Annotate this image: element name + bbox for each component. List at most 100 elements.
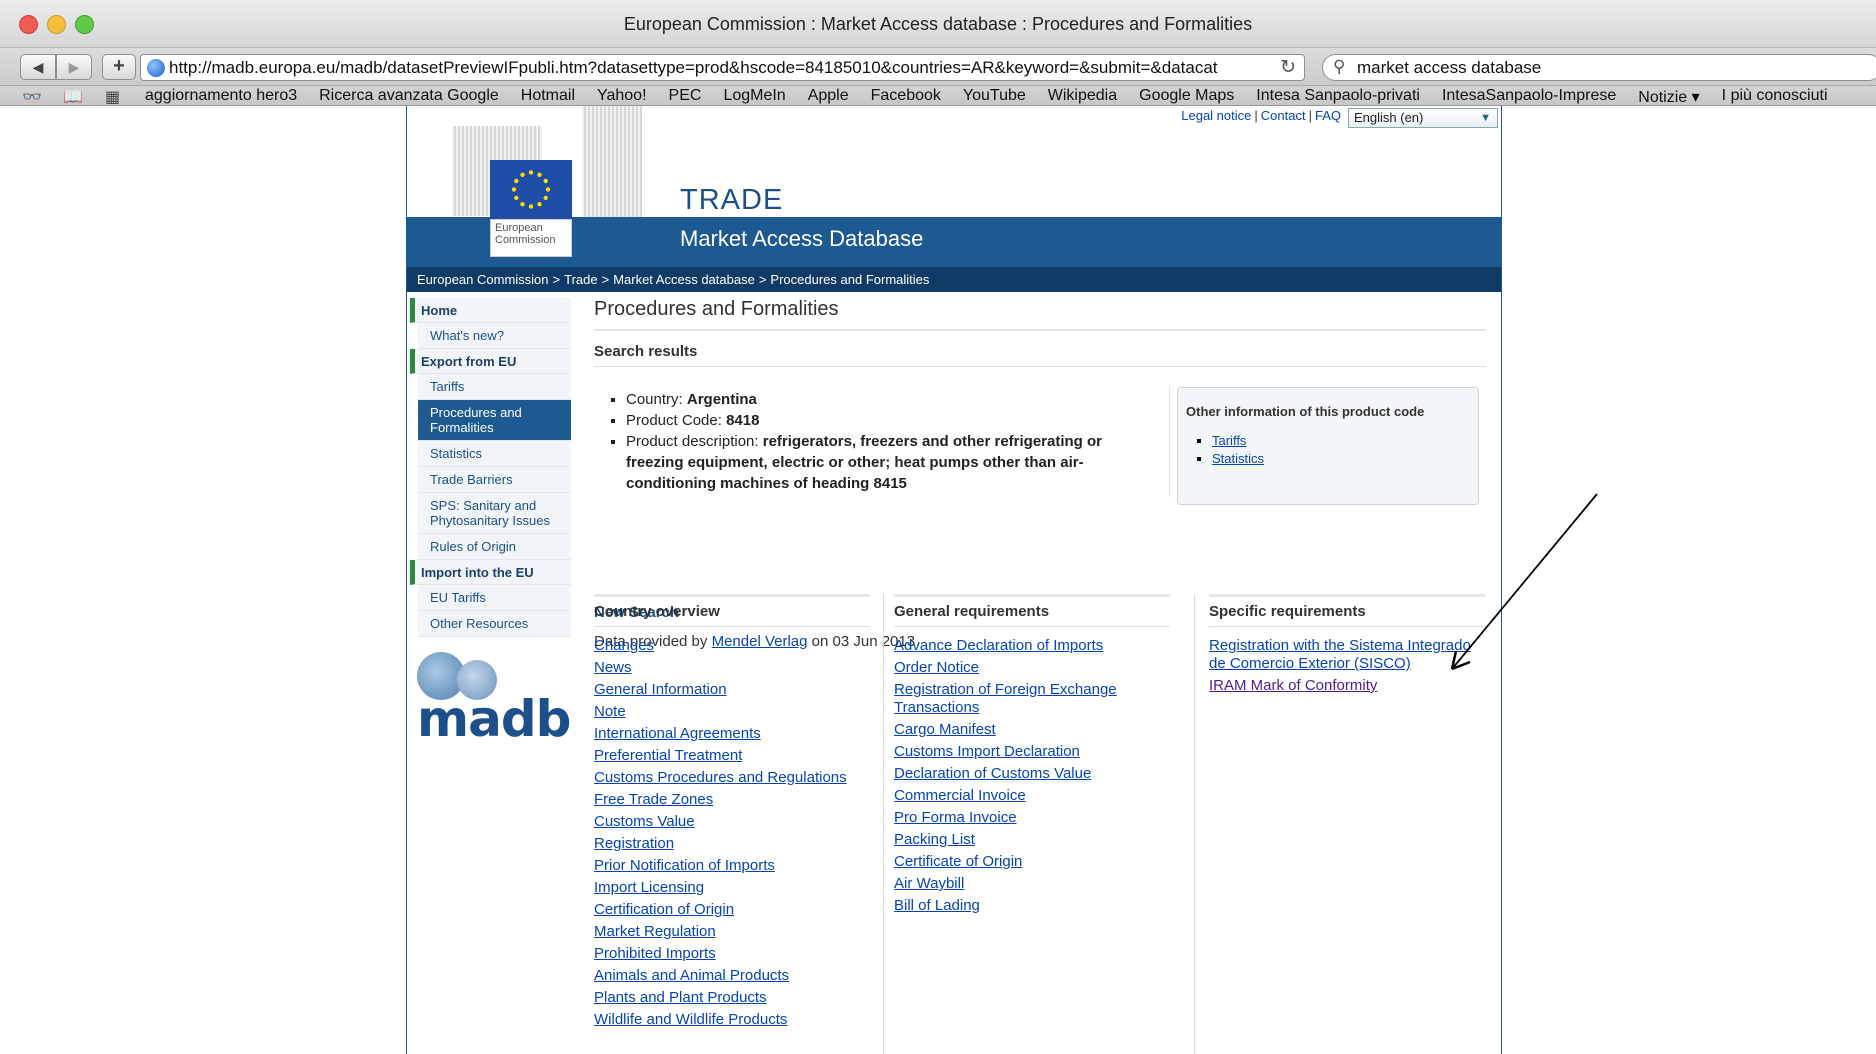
breadcrumb: European Commission > Trade > Market Access … — [407, 267, 1501, 292]
breadcrumb-item[interactable]: European Commission — [417, 272, 549, 287]
reading-list-icon[interactable]: 👓 — [22, 87, 42, 107]
bookmark-item[interactable]: Apple — [808, 87, 849, 107]
top-sites-grid-icon[interactable]: ▦ — [105, 87, 120, 107]
bookmark-item[interactable]: aggiornamento hero3 — [145, 87, 297, 107]
column-divider — [883, 594, 884, 1054]
faq-link[interactable]: FAQ — [1315, 108, 1341, 123]
general-requirements-link[interactable]: Air Waybill — [894, 875, 1170, 893]
legal-notice-link[interactable]: Legal notice — [1181, 108, 1251, 123]
general-requirements-link[interactable]: Order Notice — [894, 659, 1170, 677]
country-overview-link[interactable]: News — [594, 659, 870, 677]
country-overview-link[interactable]: Wildlife and Wildlife Products — [594, 1011, 870, 1029]
country-overview-link[interactable]: Note — [594, 703, 870, 721]
contact-link[interactable]: Contact — [1261, 108, 1306, 123]
bookmark-item[interactable]: Notizie ▾ — [1638, 87, 1699, 107]
country-overview-link[interactable]: Customs Value — [594, 813, 870, 831]
country-overview-title: Country overview — [594, 594, 870, 627]
search-field[interactable]: ⚲ market access database — [1322, 54, 1876, 81]
bookmark-item[interactable]: I più conosciuti — [1722, 87, 1828, 107]
back-button[interactable]: ◀ — [20, 54, 56, 80]
breadcrumb-item[interactable]: Trade — [564, 272, 597, 287]
sidebar-item-trade-barriers[interactable]: Trade Barriers — [418, 467, 571, 493]
divider — [1169, 387, 1170, 497]
country-overview-link[interactable]: International Agreements — [594, 725, 870, 743]
country-overview-link[interactable]: Customs Procedures and Regulations — [594, 769, 870, 787]
language-select[interactable]: English (en) ▼ — [1348, 108, 1498, 128]
reload-icon[interactable]: ↻ — [1280, 56, 1296, 79]
sidebar-item-import-into-the-eu[interactable]: Import into the EU — [410, 560, 571, 585]
other-information-box: Other information of this product code T… — [1177, 387, 1479, 505]
bookmark-item[interactable]: Google Maps — [1139, 87, 1234, 107]
madb-site-title: Market Access Database — [680, 226, 924, 251]
sidebar-item-home[interactable]: Home — [410, 298, 571, 323]
tariffs-link[interactable]: Tariffs — [1212, 433, 1246, 448]
country-overview-link[interactable]: Import Licensing — [594, 879, 870, 897]
general-requirements-link[interactable]: Pro Forma Invoice — [894, 809, 1170, 827]
sidebar-item-other-resources[interactable]: Other Resources — [418, 611, 571, 637]
specific-requirements-link[interactable]: IRAM Mark of Conformity — [1209, 677, 1485, 695]
bookmark-item[interactable]: Ricerca avanzata Google — [319, 87, 499, 107]
country-overview-link[interactable]: Prior Notification of Imports — [594, 857, 870, 875]
country-overview-link[interactable]: Free Trade Zones — [594, 791, 870, 809]
country-overview-link[interactable]: Prohibited Imports — [594, 945, 870, 963]
bookmark-item[interactable]: PEC — [669, 87, 702, 107]
bookmark-item[interactable]: Hotmail — [521, 87, 575, 107]
country-overview-link[interactable]: Registration — [594, 835, 870, 853]
bookmark-item[interactable]: Wikipedia — [1048, 87, 1117, 107]
general-requirements-link[interactable]: Customs Import Declaration — [894, 743, 1170, 761]
sidebar-item-statistics[interactable]: Statistics — [418, 441, 571, 467]
forward-arrow-icon: ▶ — [68, 59, 80, 75]
product-description-row: Product description: refrigerators, free… — [626, 431, 1158, 494]
sidebar-item-procedures-and-formalities[interactable]: Procedures and Formalities — [418, 400, 571, 441]
bookmark-item[interactable]: LogMeIn — [723, 87, 785, 107]
general-requirements-link[interactable]: Certificate of Origin — [894, 853, 1170, 871]
bookmark-item[interactable]: Intesa Sanpaolo-privati — [1256, 87, 1420, 107]
country-overview-link[interactable]: Preferential Treatment — [594, 747, 870, 765]
general-requirements-link[interactable]: Declaration of Customs Value — [894, 765, 1170, 783]
country-overview-link[interactable]: Plants and Plant Products — [594, 989, 870, 1007]
general-requirements-link[interactable]: Commercial Invoice — [894, 787, 1170, 805]
statistics-link[interactable]: Statistics — [1212, 451, 1264, 466]
search-input[interactable]: market access database — [1357, 58, 1541, 78]
specific-requirements-links: Registration with the Sistema Integrado … — [1209, 637, 1485, 695]
other-information-title: Other information of this product code — [1186, 404, 1425, 419]
sidebar-item-sps-sanitary-and-phytosanitary-issues[interactable]: SPS: Sanitary and Phytosanitary Issues — [418, 493, 571, 534]
trade-heading: TRADE — [680, 184, 784, 216]
bookmark-item[interactable]: Yahoo! — [597, 87, 647, 107]
country-overview-link[interactable]: Animals and Animal Products — [594, 967, 870, 985]
sidebar-item-what-s-new[interactable]: What's new? — [418, 323, 571, 349]
bookmark-item[interactable]: Facebook — [871, 87, 941, 107]
sidebar-item-export-from-eu[interactable]: Export from EU — [410, 349, 571, 374]
other-information-links: Tariffs Statistics — [1186, 432, 1470, 468]
page-title: Procedures and Formalities — [594, 298, 1486, 331]
top-links: Legal notice | Contact | FAQ — [1181, 108, 1341, 123]
add-bookmark-button[interactable]: + — [102, 54, 136, 80]
eu-flag-icon[interactable] — [490, 160, 572, 219]
sidebar-item-eu-tariffs[interactable]: EU Tariffs — [418, 585, 571, 611]
breadcrumb-item[interactable]: Market Access database — [613, 272, 755, 287]
product-code-row: Product Code: 8418 — [626, 410, 1158, 431]
search-icon: ⚲ — [1333, 57, 1346, 76]
plus-icon: + — [113, 55, 125, 77]
general-requirements-link[interactable]: Advance Declaration of Imports — [894, 637, 1170, 655]
country-overview-link[interactable]: Market Regulation — [594, 923, 870, 941]
forward-button[interactable]: ▶ — [56, 54, 92, 80]
country-overview-link[interactable]: General Information — [594, 681, 870, 699]
url-input[interactable]: http://madb.europa.eu/madb/datasetPrevie… — [169, 58, 1274, 78]
bookmarks-book-icon[interactable]: 📖 — [63, 87, 83, 107]
bookmark-item[interactable]: YouTube — [963, 87, 1026, 107]
general-requirements-link[interactable]: Registration of Foreign Exchange Transac… — [894, 681, 1170, 717]
general-requirements-link[interactable]: Cargo Manifest — [894, 721, 1170, 739]
breadcrumb-item-current: Procedures and Formalities — [770, 272, 930, 287]
country-row: Country: Argentina — [626, 389, 1158, 410]
general-requirements-link[interactable]: Packing List — [894, 831, 1170, 849]
sidebar-item-tariffs[interactable]: Tariffs — [418, 374, 571, 400]
address-bar[interactable]: http://madb.europa.eu/madb/datasetPrevie… — [140, 54, 1305, 81]
sidebar-item-rules-of-origin[interactable]: Rules of Origin — [418, 534, 571, 560]
bookmark-item[interactable]: IntesaSanpaolo-Imprese — [1442, 87, 1616, 107]
general-requirements-link[interactable]: Bill of Lading — [894, 897, 1170, 915]
specific-requirements-link[interactable]: Registration with the Sistema Integrado … — [1209, 637, 1485, 673]
country-overview-link[interactable]: Certification of Origin — [594, 901, 870, 919]
sidebar-nav: Home What's new? Export from EU Tariffs Proc… — [410, 298, 571, 637]
country-overview-link[interactable]: Changes — [594, 637, 870, 655]
